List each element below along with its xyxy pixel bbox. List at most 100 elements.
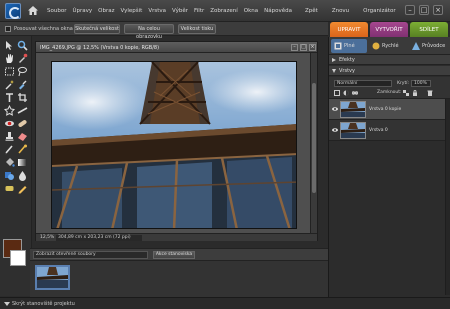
layer-name: Vrstva 0 kopie xyxy=(369,107,402,112)
show-open-files-select[interactable]: Zobrazit otevřené soubory xyxy=(33,251,148,259)
print-size-button[interactable]: Velikost tisku xyxy=(178,24,216,34)
collapse-right-icon xyxy=(332,58,336,62)
link-layers-icon[interactable] xyxy=(352,90,358,96)
quick-edit-icon xyxy=(372,42,380,50)
eiffel-tower-photo xyxy=(52,62,296,228)
effects-section-header[interactable]: Efekty xyxy=(329,55,450,65)
zoom-level[interactable]: 12,5% xyxy=(40,235,54,240)
scroll-all-label: Posouvat všechna okna xyxy=(14,26,73,32)
hand-tool-icon[interactable] xyxy=(4,53,15,64)
doc-minimize-button[interactable]: – xyxy=(291,44,298,51)
layer-name: Vrstva 0 xyxy=(369,128,388,133)
menu-item-image[interactable]: Obraz xyxy=(98,8,114,14)
opacity-input[interactable]: 100% xyxy=(411,80,431,87)
document-vertical-scrollbar[interactable] xyxy=(310,53,317,233)
document-tab[interactable]: IMG_4269.JPG @ 12,5% (Vrstva 0 kopie, RG… xyxy=(36,42,317,53)
menu-item-filter[interactable]: Filtr xyxy=(194,8,204,14)
photo-canvas[interactable] xyxy=(51,61,297,229)
type-tool-icon[interactable] xyxy=(4,92,15,103)
organizer-button[interactable]: Organizátor xyxy=(363,8,395,14)
brush-tool-icon[interactable] xyxy=(4,144,15,155)
lock-icon[interactable] xyxy=(412,90,418,96)
tab-share[interactable]: SDÍLET xyxy=(410,22,448,38)
panel-scrollbar[interactable] xyxy=(445,99,450,295)
new-layer-icon[interactable] xyxy=(334,90,340,96)
menu-item-edit[interactable]: Úpravy xyxy=(72,8,92,14)
crop-tool-icon[interactable] xyxy=(17,92,28,103)
opacity-label: Krytí: xyxy=(397,81,409,86)
scrollbar-thumb[interactable] xyxy=(312,83,316,193)
smart-brush-icon[interactable] xyxy=(17,144,28,155)
menu-item-enhance[interactable]: Vylepšit xyxy=(120,8,142,14)
blur-tool-icon[interactable] xyxy=(17,170,28,181)
layer-item[interactable]: Vrstva 0 kopie xyxy=(329,99,450,120)
tab-quick-label: Rychlé xyxy=(382,43,399,49)
scroll-all-checkbox[interactable] xyxy=(5,26,11,32)
tab-edit[interactable]: UPRAVIT xyxy=(330,22,368,38)
tab-full[interactable]: Plné xyxy=(331,39,367,53)
paint-bucket-icon[interactable] xyxy=(4,157,15,168)
tab-quick[interactable]: Rychlé xyxy=(369,39,407,53)
visibility-eye-icon[interactable] xyxy=(332,127,338,133)
menu-item-view[interactable]: Zobrazení xyxy=(210,8,238,14)
doc-close-button[interactable]: × xyxy=(309,44,316,51)
red-eye-icon[interactable] xyxy=(4,118,15,129)
blend-mode-select[interactable]: Normální xyxy=(334,80,392,87)
straighten-tool-icon[interactable] xyxy=(17,105,28,116)
collapse-down-icon xyxy=(332,69,336,73)
app-logo xyxy=(5,3,21,19)
lock-transparent-icon[interactable] xyxy=(403,90,409,96)
eraser-icon[interactable] xyxy=(17,131,28,142)
zoom-tool-icon[interactable] xyxy=(17,40,28,51)
actual-size-button[interactable]: Skutečná velikost xyxy=(74,24,120,34)
bin-actions-button[interactable]: Akce stanoviska xyxy=(153,251,195,259)
menu-item-layer[interactable]: Vrstva xyxy=(148,8,166,14)
pencil-tool-icon[interactable] xyxy=(17,183,28,194)
guided-edit-icon xyxy=(412,42,420,50)
tab-guided-label: Průvodce xyxy=(422,43,446,49)
magic-wand-icon[interactable] xyxy=(4,79,15,90)
lock-label: Zamknout: xyxy=(377,90,402,95)
visibility-eye-icon[interactable] xyxy=(332,106,338,112)
redo-button[interactable]: Znovu xyxy=(332,8,349,14)
tab-create[interactable]: VYTVOŘIT xyxy=(370,22,408,38)
spot-healing-icon[interactable] xyxy=(17,118,28,129)
menu-item-file[interactable]: Soubor xyxy=(47,8,66,14)
minimize-button[interactable]: – xyxy=(405,5,415,15)
cookie-cutter-icon[interactable] xyxy=(4,105,15,116)
background-color-swatch[interactable] xyxy=(10,250,26,266)
hide-bin-icon[interactable] xyxy=(4,301,10,307)
move-tool-icon[interactable] xyxy=(4,40,15,51)
close-button[interactable]: × xyxy=(433,5,443,15)
eyedropper-icon[interactable] xyxy=(17,53,28,64)
layer-item[interactable]: Vrstva 0 xyxy=(329,120,450,141)
menu-item-help[interactable]: Nápověda xyxy=(264,8,292,14)
canvas-area[interactable] xyxy=(36,53,310,233)
fit-screen-button[interactable]: Na celou obrazovku xyxy=(124,24,174,40)
undo-button[interactable]: Zpět xyxy=(305,8,318,14)
menu-item-select[interactable]: Výběr xyxy=(172,8,188,14)
panel-tabs: Plné Rychlé Průvodce xyxy=(329,37,450,55)
doc-maximize-button[interactable]: □ xyxy=(300,44,307,51)
marquee-tool-icon[interactable] xyxy=(4,66,15,77)
document-size: 304,89 cm x 203,23 cm (72 ppi) xyxy=(56,235,142,241)
full-edit-icon xyxy=(334,42,342,50)
selection-brush-icon[interactable] xyxy=(17,79,28,90)
tab-guided[interactable]: Průvodce xyxy=(409,39,449,53)
trash-icon[interactable] xyxy=(427,90,433,96)
sponge-tool-icon[interactable] xyxy=(4,183,15,194)
adjustment-layer-icon[interactable] xyxy=(343,90,349,96)
gradient-tool-icon[interactable] xyxy=(17,157,28,168)
clone-stamp-icon[interactable] xyxy=(4,131,15,142)
shape-tool-icon[interactable] xyxy=(4,170,15,181)
effects-label: Efekty xyxy=(339,57,355,63)
hide-bin-label[interactable]: Skrýt stanoviště projektu xyxy=(12,301,75,307)
lasso-tool-icon[interactable] xyxy=(17,66,28,77)
home-icon[interactable] xyxy=(28,6,38,15)
menu-item-window[interactable]: Okna xyxy=(244,8,258,14)
layers-label: Vrstvy xyxy=(339,68,355,74)
quick-actions: Zpět Znovu Organizátor xyxy=(305,8,396,14)
layers-section-header[interactable]: Vrstvy xyxy=(329,66,450,76)
maximize-button[interactable]: □ xyxy=(419,5,429,15)
bin-thumbnail[interactable] xyxy=(35,265,70,290)
